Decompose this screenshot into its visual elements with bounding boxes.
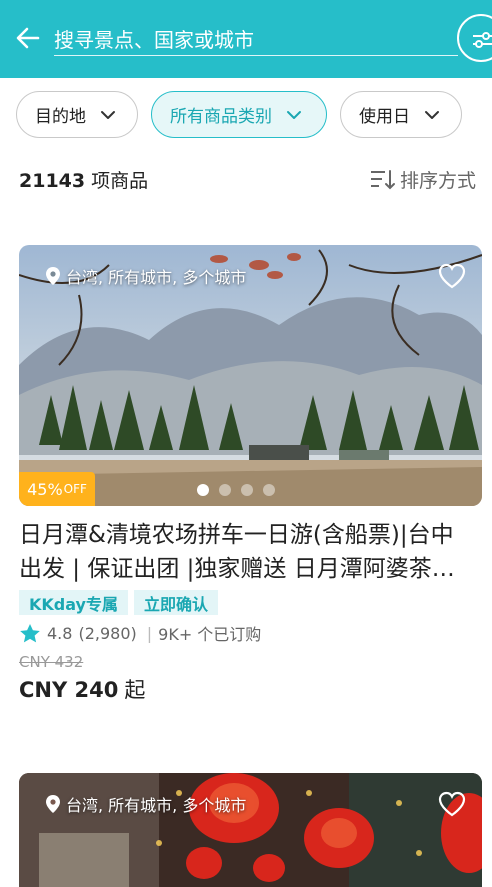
filter-sliders-icon <box>473 32 492 48</box>
result-count: 21143 项商品 <box>19 166 148 193</box>
rating-reviews: (2,980) <box>78 623 137 643</box>
sale-price: CNY 240 起 <box>19 674 145 704</box>
carousel-dot[interactable] <box>241 484 253 496</box>
divider: | <box>146 623 153 643</box>
sort-button[interactable]: 排序方式 <box>370 166 476 193</box>
sale-price-suffix: 起 <box>124 678 146 702</box>
filter-chip-destination[interactable]: 目的地 <box>16 91 138 138</box>
sort-icon <box>371 169 395 189</box>
star-icon <box>20 623 40 642</box>
back-arrow-icon[interactable] <box>12 22 44 54</box>
top-bar: 搜寻景点、国家或城市 <box>0 0 492 78</box>
filter-chip-label: 目的地 <box>35 107 86 127</box>
carousel-dots <box>197 484 275 496</box>
filter-chip-label: 所有商品类别 <box>170 107 272 127</box>
filter-chip-date[interactable]: 使用日 <box>340 91 462 138</box>
result-count-number: 21143 <box>19 170 86 192</box>
order-count: 9K+ 个已订购 <box>158 625 262 644</box>
chevron-down-icon <box>287 110 301 119</box>
search-input[interactable]: 搜寻景点、国家或城市 <box>54 24 254 53</box>
chevron-down-icon <box>425 110 439 119</box>
carousel-dot[interactable] <box>197 484 209 496</box>
product-tag: KKday专属 <box>19 590 128 615</box>
original-price: CNY 432 <box>19 653 84 671</box>
heart-icon[interactable] <box>438 791 466 817</box>
product-photo-lanterns <box>19 773 482 887</box>
filter-chip-category[interactable]: 所有商品类别 <box>151 91 327 138</box>
product-tags: KKday专属 立即确认 <box>19 590 219 615</box>
carousel-dot[interactable] <box>263 484 275 496</box>
product-location-text: 台湾, 所有城市, 多个城市 <box>66 268 247 287</box>
product-title[interactable]: 日月潭&清境农场拼车一日游(含船票)|台中出发 | 保证出团 |独家赠送 日月潭… <box>19 518 474 586</box>
product-location-text: 台湾, 所有城市, 多个城市 <box>66 796 247 815</box>
location-pin-icon <box>46 795 60 813</box>
filter-button[interactable] <box>457 14 492 62</box>
product-image[interactable]: 台湾, 所有城市, 多个城市 <box>19 773 482 887</box>
rating-score: 4.8 <box>47 623 73 643</box>
discount-value: 45% <box>27 479 63 499</box>
result-count-unit: 项商品 <box>91 170 149 192</box>
search-underline <box>54 55 458 56</box>
location-pin-icon <box>46 267 60 285</box>
chevron-down-icon <box>101 110 115 119</box>
sort-label: 排序方式 <box>400 170 477 192</box>
heart-icon[interactable] <box>438 263 466 289</box>
product-tag: 立即确认 <box>134 590 219 615</box>
discount-suffix: OFF <box>63 482 87 496</box>
product-rating: 4.8 (2,980) | 9K+ 个已订购 <box>19 621 261 645</box>
product-location: 台湾, 所有城市, 多个城市 <box>45 792 246 816</box>
sale-price-value: CNY 240 <box>19 678 119 702</box>
filter-chip-label: 使用日 <box>359 107 410 127</box>
carousel-dot[interactable] <box>219 484 231 496</box>
discount-badge: 45% OFF <box>19 472 95 506</box>
product-image[interactable]: 台湾, 所有城市, 多个城市 45% OFF <box>19 245 482 506</box>
product-location: 台湾, 所有城市, 多个城市 <box>45 264 246 288</box>
